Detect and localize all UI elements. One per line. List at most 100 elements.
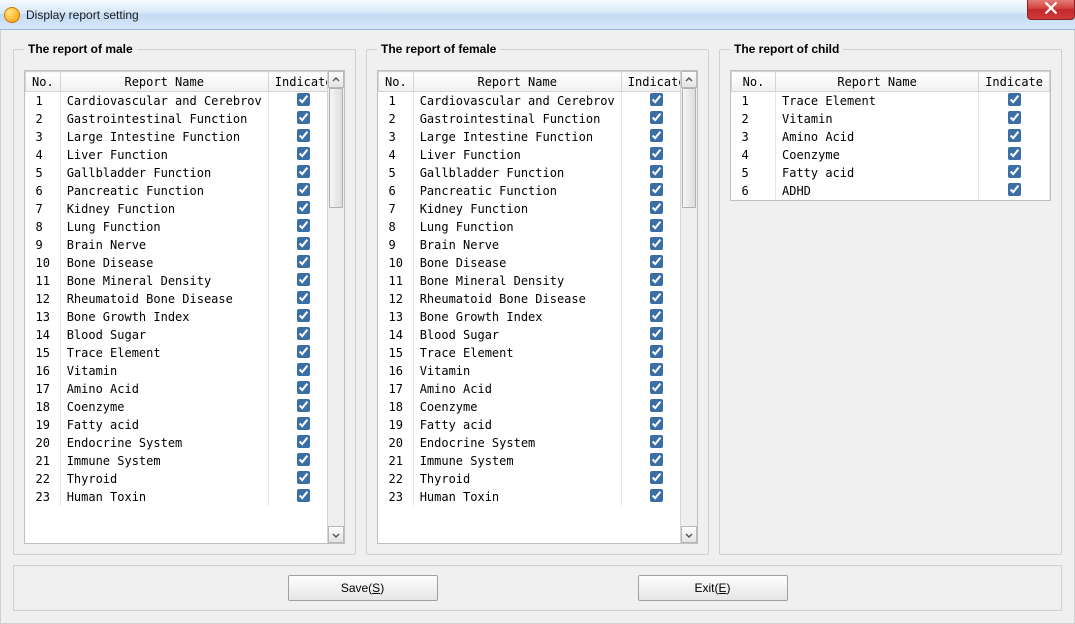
- scroll-thumb[interactable]: [329, 88, 343, 208]
- close-button[interactable]: [1027, 0, 1075, 20]
- col-indicate[interactable]: Indicate: [268, 72, 327, 92]
- indicate-checkbox[interactable]: [650, 219, 663, 232]
- indicate-checkbox[interactable]: [1008, 111, 1021, 124]
- indicate-checkbox[interactable]: [297, 93, 310, 106]
- table-row[interactable]: 11Bone Mineral Density: [26, 272, 328, 290]
- table-row[interactable]: 18Coenzyme: [379, 398, 681, 416]
- indicate-checkbox[interactable]: [297, 147, 310, 160]
- col-no[interactable]: No.: [732, 72, 776, 92]
- indicate-checkbox[interactable]: [297, 471, 310, 484]
- indicate-checkbox[interactable]: [650, 453, 663, 466]
- table-row[interactable]: 14Blood Sugar: [26, 326, 328, 344]
- indicate-checkbox[interactable]: [297, 435, 310, 448]
- indicate-checkbox[interactable]: [297, 273, 310, 286]
- indicate-checkbox[interactable]: [297, 417, 310, 430]
- scroll-track[interactable]: [681, 88, 697, 526]
- col-no[interactable]: No.: [26, 72, 61, 92]
- table-row[interactable]: 1Trace Element: [732, 92, 1050, 111]
- indicate-checkbox[interactable]: [297, 291, 310, 304]
- indicate-checkbox[interactable]: [297, 345, 310, 358]
- scroll-down-icon[interactable]: [328, 526, 344, 543]
- indicate-checkbox[interactable]: [650, 201, 663, 214]
- table-row[interactable]: 2Vitamin: [732, 110, 1050, 128]
- table-row[interactable]: 22Thyroid: [26, 470, 328, 488]
- table-row[interactable]: 9Brain Nerve: [26, 236, 328, 254]
- indicate-checkbox[interactable]: [650, 147, 663, 160]
- indicate-checkbox[interactable]: [650, 435, 663, 448]
- indicate-checkbox[interactable]: [297, 219, 310, 232]
- indicate-checkbox[interactable]: [650, 489, 663, 502]
- table-row[interactable]: 10Bone Disease: [26, 254, 328, 272]
- indicate-checkbox[interactable]: [650, 291, 663, 304]
- table-row[interactable]: 23Human Toxin: [26, 488, 328, 506]
- col-name[interactable]: Report Name: [60, 72, 268, 92]
- indicate-checkbox[interactable]: [650, 399, 663, 412]
- scroll-down-icon[interactable]: [681, 526, 697, 543]
- table-row[interactable]: 2Gastrointestinal Function: [379, 110, 681, 128]
- table-row[interactable]: 2Gastrointestinal Function: [26, 110, 328, 128]
- table-row[interactable]: 6Pancreatic Function: [26, 182, 328, 200]
- table-row[interactable]: 6ADHD: [732, 182, 1050, 200]
- indicate-checkbox[interactable]: [650, 255, 663, 268]
- scroll-up-icon[interactable]: [681, 71, 697, 88]
- indicate-checkbox[interactable]: [297, 129, 310, 142]
- table-row[interactable]: 11Bone Mineral Density: [379, 272, 681, 290]
- indicate-checkbox[interactable]: [650, 309, 663, 322]
- table-row[interactable]: 23Human Toxin: [379, 488, 681, 506]
- indicate-checkbox[interactable]: [297, 327, 310, 340]
- table-row[interactable]: 4Liver Function: [379, 146, 681, 164]
- indicate-checkbox[interactable]: [650, 165, 663, 178]
- table-row[interactable]: 14Blood Sugar: [379, 326, 681, 344]
- table-row[interactable]: 18Coenzyme: [26, 398, 328, 416]
- scrollbar-male[interactable]: [327, 71, 344, 543]
- indicate-checkbox[interactable]: [297, 255, 310, 268]
- indicate-checkbox[interactable]: [650, 363, 663, 376]
- indicate-checkbox[interactable]: [297, 237, 310, 250]
- indicate-checkbox[interactable]: [1008, 147, 1021, 160]
- table-row[interactable]: 17Amino Acid: [26, 380, 328, 398]
- table-row[interactable]: 21Immune System: [26, 452, 328, 470]
- table-row[interactable]: 8Lung Function: [26, 218, 328, 236]
- table-row[interactable]: 3Large Intestine Function: [379, 128, 681, 146]
- table-row[interactable]: 9Brain Nerve: [379, 236, 681, 254]
- indicate-checkbox[interactable]: [1008, 93, 1021, 106]
- indicate-checkbox[interactable]: [297, 381, 310, 394]
- table-row[interactable]: 5Fatty acid: [732, 164, 1050, 182]
- indicate-checkbox[interactable]: [297, 363, 310, 376]
- indicate-checkbox[interactable]: [650, 273, 663, 286]
- indicate-checkbox[interactable]: [297, 309, 310, 322]
- table-row[interactable]: 12Rheumatoid Bone Disease: [379, 290, 681, 308]
- table-row[interactable]: 5Gallbladder Function: [379, 164, 681, 182]
- indicate-checkbox[interactable]: [650, 129, 663, 142]
- table-row[interactable]: 22Thyroid: [379, 470, 681, 488]
- table-row[interactable]: 13Bone Growth Index: [26, 308, 328, 326]
- indicate-checkbox[interactable]: [297, 453, 310, 466]
- scrollbar-female[interactable]: [680, 71, 697, 543]
- indicate-checkbox[interactable]: [650, 93, 663, 106]
- table-row[interactable]: 5Gallbladder Function: [26, 164, 328, 182]
- table-row[interactable]: 6Pancreatic Function: [379, 182, 681, 200]
- indicate-checkbox[interactable]: [650, 417, 663, 430]
- table-row[interactable]: 15Trace Element: [379, 344, 681, 362]
- indicate-checkbox[interactable]: [650, 345, 663, 358]
- indicate-checkbox[interactable]: [650, 471, 663, 484]
- table-row[interactable]: 21Immune System: [379, 452, 681, 470]
- indicate-checkbox[interactable]: [297, 183, 310, 196]
- table-row[interactable]: 16Vitamin: [379, 362, 681, 380]
- indicate-checkbox[interactable]: [1008, 129, 1021, 142]
- indicate-checkbox[interactable]: [297, 399, 310, 412]
- indicate-checkbox[interactable]: [650, 111, 663, 124]
- indicate-checkbox[interactable]: [650, 381, 663, 394]
- table-row[interactable]: 20Endocrine System: [379, 434, 681, 452]
- scroll-up-icon[interactable]: [328, 71, 344, 88]
- indicate-checkbox[interactable]: [650, 237, 663, 250]
- indicate-checkbox[interactable]: [297, 111, 310, 124]
- table-row[interactable]: 8Lung Function: [379, 218, 681, 236]
- col-no[interactable]: No.: [379, 72, 414, 92]
- col-indicate[interactable]: Indicate: [979, 72, 1050, 92]
- col-name[interactable]: Report Name: [776, 72, 979, 92]
- scroll-thumb[interactable]: [682, 88, 696, 208]
- col-name[interactable]: Report Name: [413, 72, 621, 92]
- table-row[interactable]: 15Trace Element: [26, 344, 328, 362]
- indicate-checkbox[interactable]: [297, 489, 310, 502]
